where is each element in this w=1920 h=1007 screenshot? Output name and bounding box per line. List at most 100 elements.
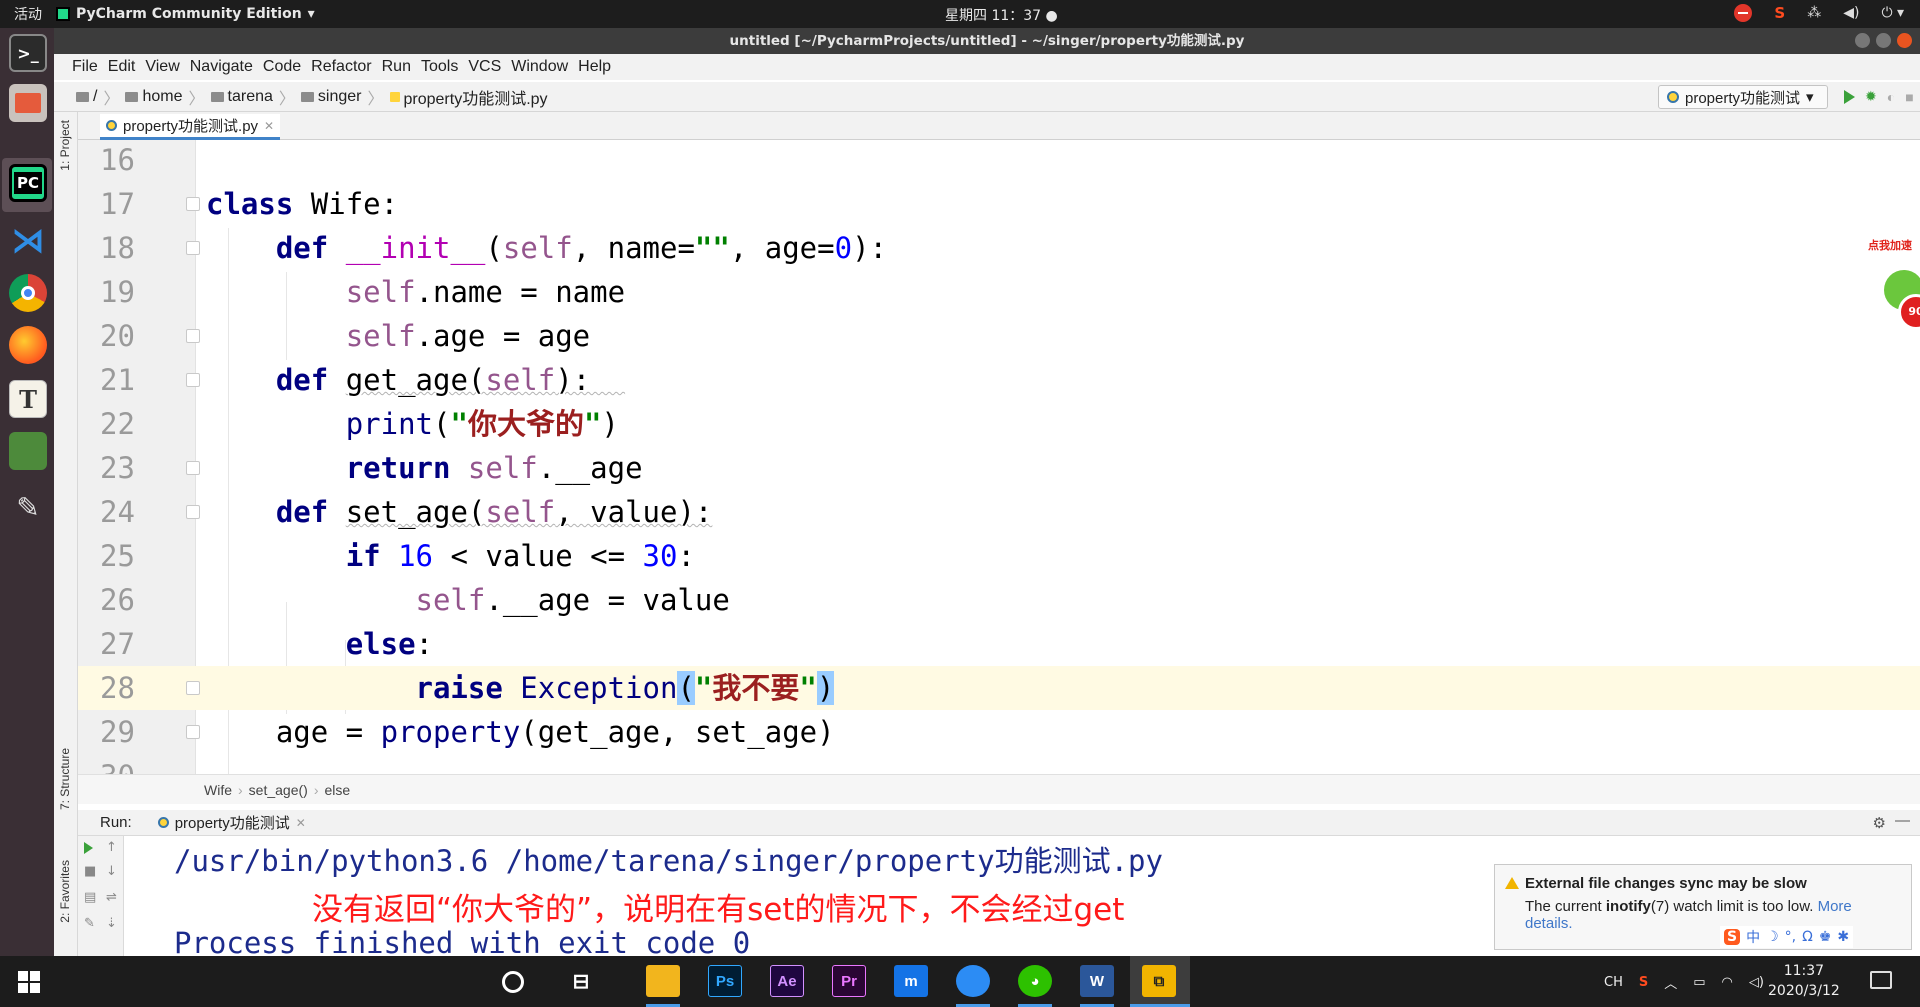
terminal-icon[interactable]: >_ <box>9 34 47 72</box>
browser-icon[interactable] <box>956 965 990 997</box>
sogou-icon[interactable]: S <box>1774 4 1785 22</box>
ime-language[interactable]: CH <box>1604 975 1623 990</box>
task-view-icon[interactable]: ⊟ <box>564 965 598 997</box>
nav-crumb-singer[interactable]: singer <box>300 88 361 106</box>
up-arrow-icon[interactable]: ↑ <box>106 840 117 855</box>
text-editor-icon[interactable]: T <box>9 380 47 418</box>
coverage-icon[interactable]: ◐ <box>1887 89 1895 105</box>
power-icon[interactable]: ⏻ ▾ <box>1881 5 1904 21</box>
debug-icon[interactable]: ✹ <box>1865 88 1877 105</box>
chinese-mode-icon[interactable]: 中 <box>1746 927 1760 947</box>
menu-vcs[interactable]: VCS <box>468 58 501 76</box>
activities-button[interactable]: 活动 <box>0 4 56 24</box>
stop-icon[interactable]: ■ <box>84 864 96 879</box>
close-tab-icon[interactable]: ✕ <box>296 816 306 830</box>
start-menu-icon[interactable] <box>18 971 40 993</box>
wechat-icon[interactable]: ◕ <box>1018 965 1052 997</box>
wrench-icon[interactable]: ✱ <box>1837 929 1849 945</box>
fold-marker-icon[interactable] <box>186 725 200 739</box>
volume-icon[interactable]: ◁) <box>1749 975 1764 990</box>
chevron-up-icon[interactable]: ︿ <box>1664 973 1677 992</box>
paint-brush-icon[interactable]: ✎ <box>9 488 47 526</box>
layout-icon[interactable]: ▤ <box>84 890 96 905</box>
menu-file[interactable]: File <box>72 58 98 76</box>
menu-view[interactable]: View <box>145 58 179 76</box>
app-menu[interactable]: PyCharm Community Edition ▾ <box>56 6 315 22</box>
vscode-icon[interactable]: ⋊ <box>9 221 47 261</box>
wifi-icon[interactable]: ◠ <box>1722 975 1733 990</box>
accelerator-widget[interactable]: 点我加速 90 <box>1862 232 1920 342</box>
down-arrow-icon[interactable]: ↓ <box>106 864 117 879</box>
premiere-icon[interactable]: Pr <box>832 965 866 997</box>
chrome-icon[interactable] <box>9 274 47 312</box>
fold-marker-icon[interactable] <box>186 373 200 387</box>
firefox-icon[interactable] <box>9 326 47 364</box>
nav-crumb-tarena[interactable]: tarena <box>210 88 273 106</box>
code-crumb-block[interactable]: else <box>325 782 351 798</box>
file-explorer-icon[interactable] <box>646 965 680 997</box>
menu-window[interactable]: Window <box>511 58 568 76</box>
minimize-button[interactable] <box>1855 33 1870 48</box>
skin-icon[interactable]: ♚ <box>1819 929 1832 945</box>
fold-marker-icon[interactable] <box>186 505 200 519</box>
fold-marker-icon[interactable] <box>186 329 200 343</box>
run-configuration-select[interactable]: property功能测试 ▾ <box>1658 85 1828 109</box>
code-text: raise Exception("我不要") <box>415 671 835 705</box>
project-tool-tab[interactable]: 1: Project <box>58 120 72 171</box>
close-tab-icon[interactable]: ✕ <box>264 119 274 133</box>
menu-code[interactable]: Code <box>263 58 301 76</box>
punctuation-icon[interactable]: °, <box>1785 929 1796 945</box>
photoshop-icon[interactable]: Ps <box>708 965 742 997</box>
code-crumb-method[interactable]: set_age() <box>249 782 308 798</box>
network-icon[interactable]: ⁂ <box>1807 5 1821 21</box>
rerun-icon[interactable] <box>84 842 93 854</box>
notification-center-icon[interactable] <box>1870 971 1892 989</box>
fold-marker-icon[interactable] <box>186 241 200 255</box>
gear-icon[interactable]: ⚙ <box>1873 814 1886 832</box>
favorites-tool-tab[interactable]: 2: Favorites <box>58 860 72 923</box>
editor-tab-file[interactable]: property功能测试.py ✕ <box>100 114 281 140</box>
after-effects-icon[interactable]: Ae <box>770 965 804 997</box>
stop-icon[interactable]: ■ <box>1905 89 1913 105</box>
battery-icon[interactable]: ▭ <box>1693 975 1705 990</box>
pin-icon[interactable]: ✎ <box>84 916 95 931</box>
fold-marker-icon[interactable] <box>186 681 200 695</box>
fold-marker-icon[interactable] <box>186 461 200 475</box>
pycharm-launcher-icon[interactable]: PC <box>9 164 47 202</box>
menu-navigate[interactable]: Navigate <box>190 58 253 76</box>
menu-help[interactable]: Help <box>578 58 611 76</box>
panel-clock[interactable]: 星期四 11：37 ● <box>945 5 1058 25</box>
ime-toolbar[interactable]: S 中 ☽ °, Ω ♚ ✱ <box>1720 926 1854 948</box>
fold-marker-icon[interactable] <box>186 197 200 211</box>
files-icon[interactable] <box>9 84 47 122</box>
code-editor[interactable]: 16 17 class Wife: 18 def __init__(self, … <box>78 140 1920 774</box>
run-icon[interactable] <box>1844 89 1855 104</box>
sogou-icon[interactable]: S <box>1639 975 1648 990</box>
structure-tool-tab[interactable]: 7: Structure <box>58 748 72 810</box>
omega-icon[interactable]: Ω <box>1802 929 1813 945</box>
close-button[interactable] <box>1897 33 1912 48</box>
hide-panel-icon[interactable]: — <box>1895 812 1910 829</box>
stop-icon[interactable] <box>1734 4 1753 22</box>
menu-run[interactable]: Run <box>382 58 411 76</box>
menu-tools[interactable]: Tools <box>421 58 458 76</box>
search-circle-icon[interactable] <box>502 971 524 993</box>
word-icon[interactable]: W <box>1080 965 1114 997</box>
books-icon[interactable] <box>9 432 47 470</box>
volume-icon[interactable]: ◀) <box>1843 5 1859 21</box>
vmware-icon[interactable]: ⧉ <box>1142 965 1176 997</box>
scroll-end-icon[interactable]: ⇣ <box>106 916 117 931</box>
maxthon-icon[interactable]: m <box>894 965 928 997</box>
menu-refactor[interactable]: Refactor <box>311 58 371 76</box>
taskbar-clock[interactable]: 11:37 2020/3/12 <box>1768 961 1840 1001</box>
soft-wrap-icon[interactable]: ⇌ <box>106 890 117 905</box>
menu-edit[interactable]: Edit <box>108 58 136 76</box>
code-crumb-class[interactable]: Wife <box>204 782 232 798</box>
maximize-button[interactable] <box>1876 33 1891 48</box>
nav-crumb-home[interactable]: home <box>125 88 183 106</box>
nav-crumb-file[interactable]: property功能测试.py <box>389 85 548 109</box>
moon-icon[interactable]: ☽ <box>1766 929 1779 945</box>
nav-crumb-root[interactable]: / <box>76 88 97 106</box>
run-tab[interactable]: property功能测试 ✕ <box>157 812 306 833</box>
window-titlebar[interactable]: untitled [~/PycharmProjects/untitled] - … <box>54 28 1920 54</box>
